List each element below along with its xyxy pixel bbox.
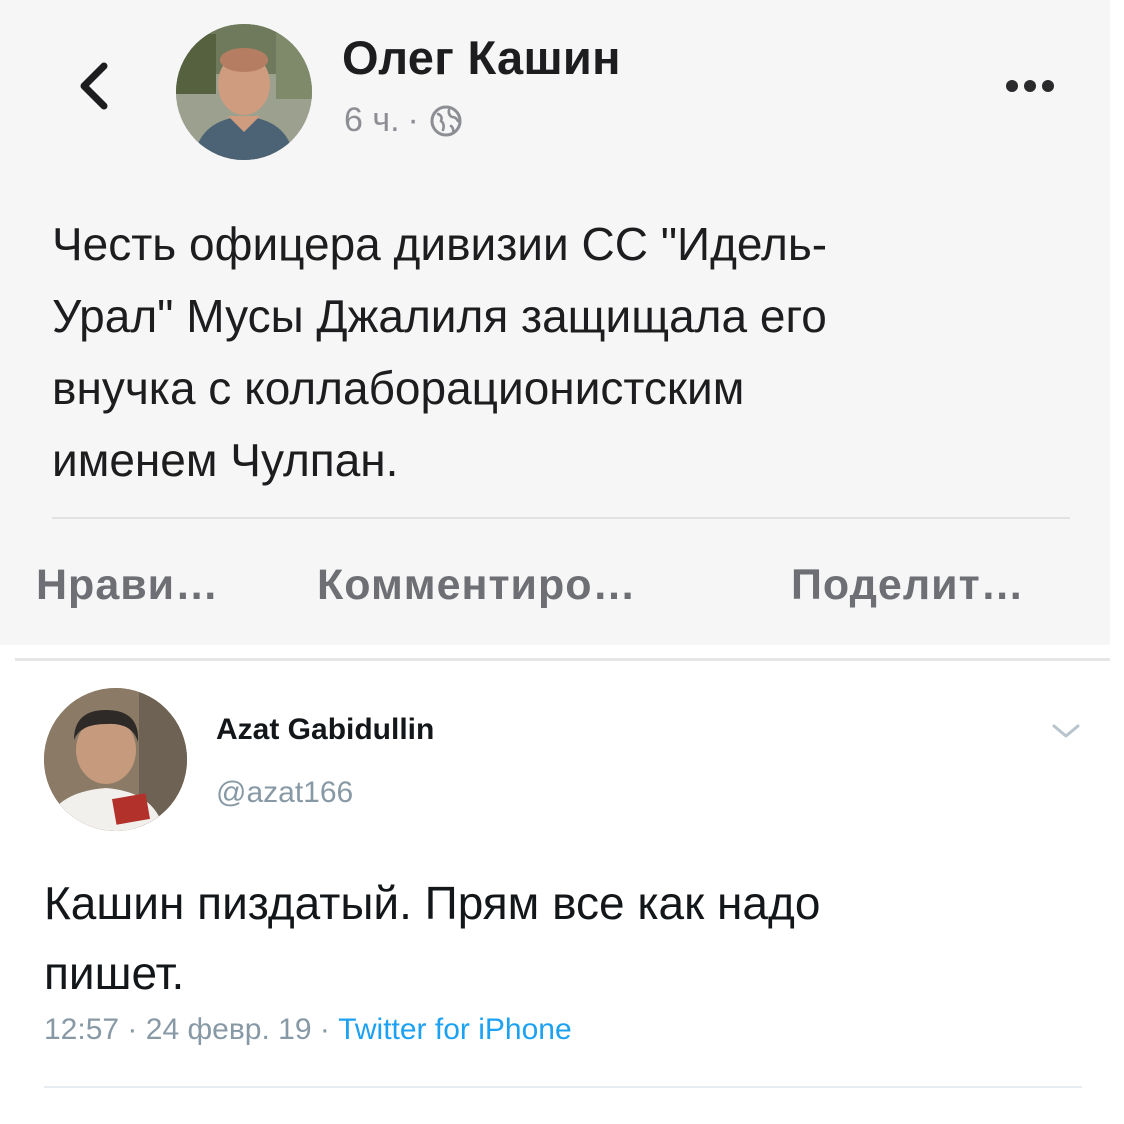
post-meta: 6 ч. · (344, 101, 463, 140)
tweet-meta-separator: · (127, 1013, 138, 1046)
chevron-down-icon[interactable] (1050, 721, 1082, 741)
tweet-divider (44, 1086, 1082, 1088)
post-text: Честь офицера дивизии СС "Идель- Урал" М… (52, 218, 828, 486)
tweet-source[interactable]: Twitter for iPhone (338, 1013, 571, 1046)
tweet-text: Кашин пиздатый. Прям все как надо пишет. (44, 877, 821, 999)
post-divider (52, 517, 1070, 519)
tweet-time[interactable]: 12:57 (44, 1013, 119, 1046)
author-name[interactable]: Олег Кашин (342, 30, 621, 85)
post-time[interactable]: 6 ч. (344, 101, 400, 140)
tweet-author-handle[interactable]: @azat166 (216, 776, 353, 810)
meta-separator: · (407, 101, 419, 139)
comment-button[interactable]: Комментиро… (317, 561, 636, 610)
author-avatar[interactable] (176, 24, 312, 160)
chevron-left-icon[interactable] (74, 60, 114, 112)
tweet-meta-separator: · (319, 1013, 330, 1046)
facebook-post-card: Олег Кашин 6 ч. · Честь офицера дивизии … (0, 0, 1110, 645)
tweet-author-name[interactable]: Azat Gabidullin (216, 713, 434, 747)
tweet-author-photo (44, 688, 187, 831)
share-button[interactable]: Поделит… (791, 561, 1025, 610)
tweet-avatar[interactable] (44, 688, 187, 831)
like-button[interactable]: Нрави… (36, 561, 219, 610)
author-photo (176, 24, 312, 160)
tweet-meta: 12:57 · 24 февр. 19 · Twitter for iPhone (44, 1013, 572, 1047)
tweet-date[interactable]: 24 февр. 19 (146, 1013, 312, 1046)
more-horizontal-icon[interactable] (1003, 76, 1057, 96)
card-separator (15, 658, 1110, 661)
globe-icon (430, 105, 462, 136)
